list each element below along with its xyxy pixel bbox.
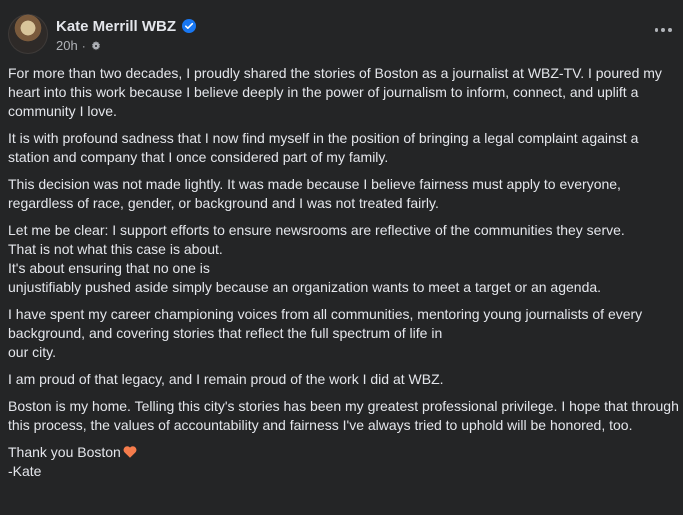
author-name[interactable]: Kate Merrill WBZ: [56, 19, 176, 34]
signature-text: -Kate: [8, 463, 42, 479]
post-paragraph-5: I have spent my career championing voice…: [8, 306, 643, 360]
more-options-icon[interactable]: [653, 22, 673, 38]
post-paragraph-3: This decision was not made lightly. It w…: [8, 176, 625, 211]
author-avatar[interactable]: [8, 14, 48, 54]
more-dot: [661, 28, 665, 32]
closing-text: Thank you Boston: [8, 444, 121, 460]
post-paragraph-2: It is with profound sadness that I now f…: [8, 130, 643, 165]
more-dot: [667, 28, 672, 32]
facebook-post: Kate Merrill WBZ 20h · For more than two…: [0, 0, 683, 515]
post-closing: Thank you Boston -Kate: [8, 443, 679, 481]
settings-gear-icon[interactable]: [90, 40, 102, 52]
author-row: Kate Merrill WBZ: [56, 16, 197, 36]
post-time[interactable]: 20h: [56, 39, 78, 52]
orange-heart-icon: [123, 446, 137, 458]
more-dot: [654, 28, 659, 32]
post-paragraph-1: For more than two decades, I proudly sha…: [8, 65, 666, 119]
post-header: Kate Merrill WBZ 20h ·: [8, 14, 197, 54]
verified-badge-icon: [182, 19, 197, 33]
post-subline: 20h ·: [56, 39, 196, 52]
author-meta: Kate Merrill WBZ 20h ·: [56, 16, 197, 52]
post-paragraph-6: I am proud of that legacy, and I remain …: [8, 371, 444, 387]
post-paragraph-7: Boston is my home. Telling this city's s…: [8, 398, 683, 433]
post-paragraph-4: Let me be clear: I support efforts to en…: [8, 222, 625, 295]
post-content: For more than two decades, I proudly sha…: [8, 64, 679, 489]
separator-dot: ·: [81, 38, 86, 53]
